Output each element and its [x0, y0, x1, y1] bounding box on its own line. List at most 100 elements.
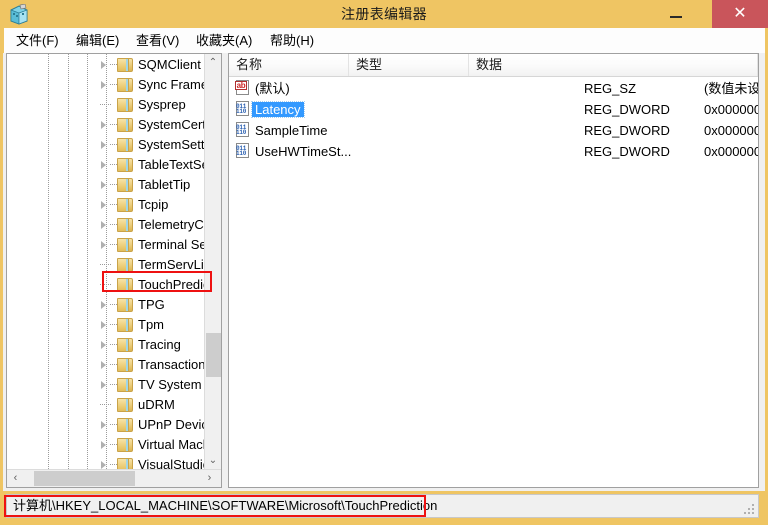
- tree-item-terminal-serv[interactable]: Terminal Serv: [7, 235, 205, 255]
- tree-viewport: SQMClient Sync Framew Sysprep SystemCertifi…: [7, 54, 205, 470]
- chevron-right-icon[interactable]: [101, 161, 106, 169]
- menu-item-2[interactable]: 编辑(E): [72, 28, 123, 53]
- tree-item-label: uDRM: [138, 397, 175, 412]
- column-header-3[interactable]: 数据: [469, 54, 758, 76]
- tree-item-virtual-machi[interactable]: Virtual Machi: [7, 435, 205, 455]
- tree-item-touchpredict[interactable]: TouchPredict: [7, 275, 205, 295]
- folder-icon: [117, 418, 133, 432]
- tree-item-tabletextser[interactable]: TableTextSer: [7, 155, 205, 175]
- scroll-right-arrow-icon[interactable]: ›: [201, 470, 218, 487]
- tree-item-udrm[interactable]: uDRM: [7, 395, 205, 415]
- tree-item-upnp-device[interactable]: UPnP Device: [7, 415, 205, 435]
- folder-icon: [117, 438, 133, 452]
- tree-item-telemetryclie[interactable]: TelemetryClie: [7, 215, 205, 235]
- chevron-right-icon[interactable]: [101, 341, 106, 349]
- chevron-right-icon[interactable]: [101, 121, 106, 129]
- folder-icon: [117, 238, 133, 252]
- tree-item-sysprep[interactable]: Sysprep: [7, 95, 205, 115]
- chevron-right-icon[interactable]: [101, 61, 106, 69]
- tree-item-sync-framew[interactable]: Sync Framew: [7, 75, 205, 95]
- status-bar: 计算机\HKEY_LOCAL_MACHINE\SOFTWARE\Microsof…: [6, 494, 759, 518]
- registry-path-text: 计算机\HKEY_LOCAL_MACHINE\SOFTWARE\Microsof…: [13, 498, 438, 513]
- tree-item-label: TPG: [138, 297, 165, 312]
- value-type: REG_DWORD: [584, 144, 670, 159]
- value-type: REG_DWORD: [584, 123, 670, 138]
- column-header-2[interactable]: 类型: [349, 54, 469, 76]
- value-data: 0x00000008 (8): [704, 102, 758, 117]
- value-row[interactable]: 011110 SampleTime REG_DWORD 0x00000008 (8): [229, 120, 758, 141]
- value-row[interactable]: 011110 UseHWTimeSt... REG_DWORD 0x00000001 …: [229, 141, 758, 162]
- value-data: (数值未设置): [704, 81, 759, 96]
- tree-item-tpg[interactable]: TPG: [7, 295, 205, 315]
- tree-item-termservlice[interactable]: TermServLice: [7, 255, 205, 275]
- folder-icon: [117, 398, 133, 412]
- value-row[interactable]: ab (默认) REG_SZ (数值未设置): [229, 78, 758, 99]
- chevron-right-icon[interactable]: [101, 461, 106, 469]
- dword-value-icon: 011 110: [235, 101, 251, 117]
- tree-item-systemcertifi[interactable]: SystemCertifi: [7, 115, 205, 135]
- registry-tree-pane[interactable]: SQMClient Sync Framew Sysprep SystemCertifi…: [6, 53, 222, 488]
- scroll-left-arrow-icon[interactable]: ‹: [7, 470, 24, 487]
- registry-values-pane[interactable]: 名称类型数据 ab(默认)REG_SZ(数值未设置)011110LatencyR…: [228, 53, 759, 488]
- tree-vertical-scroll-thumb[interactable]: [206, 333, 221, 377]
- tree-item-label: Terminal Serv: [138, 237, 205, 252]
- tree-item-tcpip[interactable]: Tcpip: [7, 195, 205, 215]
- chevron-right-icon[interactable]: [101, 201, 106, 209]
- folder-icon: [117, 198, 133, 212]
- chevron-right-icon[interactable]: [101, 361, 106, 369]
- tree-horizontal-scrollbar[interactable]: ‹ ›: [7, 469, 221, 487]
- menu-item-3[interactable]: 查看(V): [132, 28, 183, 53]
- chevron-right-icon[interactable]: [101, 321, 106, 329]
- close-button[interactable]: ✕: [712, 0, 768, 28]
- registry-editor-window: 注册表编辑器 ✕ 文件(F) 编辑(E) 查看(V) 收藏夹(A) 帮助(H) SQMC…: [0, 0, 768, 525]
- tree-item-tv-system-se[interactable]: TV System Se: [7, 375, 205, 395]
- folder-icon: [117, 78, 133, 92]
- tree-item-tpm[interactable]: Tpm: [7, 315, 205, 335]
- chevron-right-icon[interactable]: [101, 141, 106, 149]
- chevron-right-icon[interactable]: [101, 301, 106, 309]
- chevron-right-icon[interactable]: [101, 381, 106, 389]
- tree-item-label: Tracing: [138, 337, 181, 352]
- tree-item-label: TouchPredict: [138, 277, 205, 292]
- value-type: REG_DWORD: [584, 102, 670, 117]
- tree-item-tablettip[interactable]: TabletTip: [7, 175, 205, 195]
- chevron-right-icon[interactable]: [101, 421, 106, 429]
- tree-connector: [100, 264, 111, 265]
- tree-item-transaction-s[interactable]: Transaction S: [7, 355, 205, 375]
- minimize-button[interactable]: [655, 0, 697, 28]
- tree-item-tracing[interactable]: Tracing: [7, 335, 205, 355]
- value-name: UseHWTimeSt...: [255, 144, 352, 159]
- chevron-right-icon[interactable]: [101, 81, 106, 89]
- resize-grip-icon[interactable]: [744, 504, 755, 515]
- value-row[interactable]: 011110Latency REG_DWORD 0x00000008 (8): [229, 99, 758, 120]
- folder-icon: [117, 278, 133, 292]
- chevron-right-icon[interactable]: [101, 241, 106, 249]
- tree-item-sqmclient[interactable]: SQMClient: [7, 55, 205, 75]
- folder-icon: [117, 318, 133, 332]
- minimize-icon: [670, 16, 682, 18]
- folder-icon: [117, 378, 133, 392]
- column-header-1[interactable]: 名称: [229, 54, 349, 76]
- values-column-header[interactable]: 名称 类型 数据: [229, 54, 758, 77]
- value-name: (默认): [255, 81, 290, 96]
- scroll-up-arrow-icon[interactable]: ⌃: [205, 54, 221, 71]
- menu-item-4[interactable]: 收藏夹(A): [192, 28, 256, 53]
- dword-value-icon: 011 110: [235, 122, 251, 138]
- tree-vertical-scrollbar[interactable]: ⌃ ⌄: [204, 54, 221, 470]
- folder-icon: [117, 178, 133, 192]
- menu-item-1[interactable]: 文件(F): [12, 28, 63, 53]
- chevron-right-icon[interactable]: [101, 221, 106, 229]
- title-bar[interactable]: 注册表编辑器 ✕: [0, 0, 768, 28]
- tree-item-systemsetting[interactable]: SystemSetting: [7, 135, 205, 155]
- folder-icon: [117, 298, 133, 312]
- chevron-right-icon[interactable]: [101, 181, 106, 189]
- chevron-right-icon[interactable]: [101, 441, 106, 449]
- dword-value-icon: 011 110: [235, 143, 251, 159]
- value-type: REG_SZ: [584, 81, 637, 96]
- tree-item-label: SystemCertifi: [138, 117, 205, 132]
- scroll-down-arrow-icon[interactable]: ⌄: [205, 452, 221, 469]
- menu-item-5[interactable]: 帮助(H): [266, 28, 318, 53]
- tree-item-label: Tcpip: [138, 197, 169, 212]
- tree-horizontal-scroll-thumb[interactable]: [34, 471, 135, 486]
- tree-item-visualstudio[interactable]: VisualStudio: [7, 455, 205, 470]
